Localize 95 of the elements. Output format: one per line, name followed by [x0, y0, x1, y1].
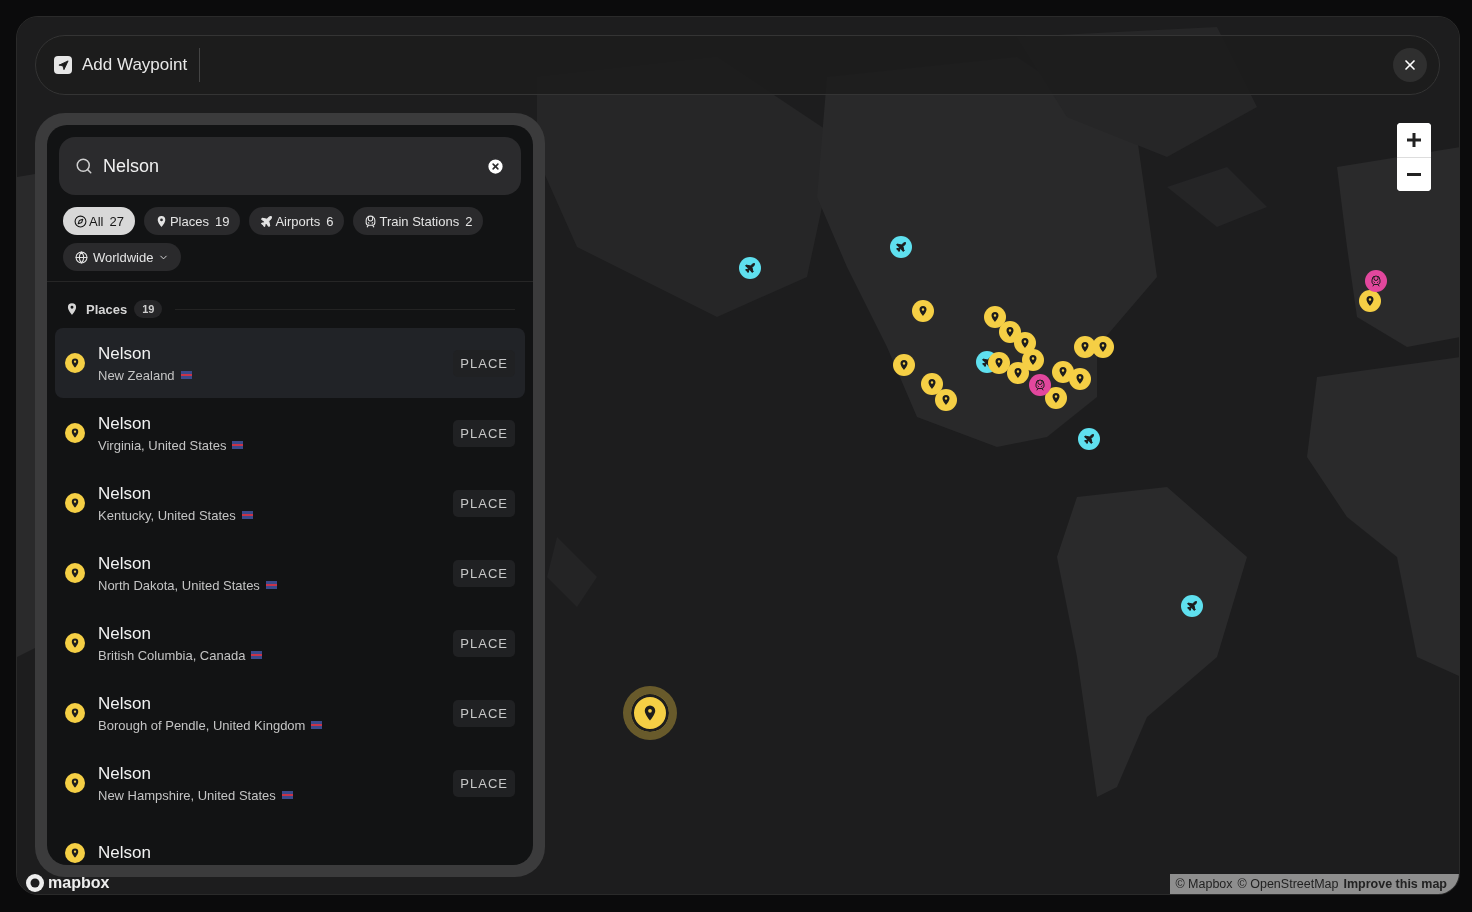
type-tag: PLACE: [453, 629, 515, 657]
plane-icon: [260, 214, 274, 228]
result-row[interactable]: Nelson North Dakota, United States PLACE: [55, 538, 525, 608]
attribution-link[interactable]: © OpenStreetMap: [1237, 877, 1339, 891]
globe-icon: [75, 250, 88, 264]
window-title: Add Waypoint: [82, 55, 188, 75]
place-name: Nelson: [98, 483, 152, 504]
result-row[interactable]: Nelson New Hampshire, United States PLACE: [55, 748, 525, 818]
place-region: Kentucky, United States: [98, 507, 236, 523]
flag-icon: [232, 441, 244, 449]
train-icon: [364, 214, 378, 228]
count-badge: 19: [134, 300, 163, 318]
pin-icon: [1050, 392, 1062, 404]
plane-icon: [744, 262, 756, 274]
result-row[interactable]: Nelson Kentucky, United States PLACE: [55, 468, 525, 538]
type-tag: PLACE: [453, 419, 515, 447]
flag-icon: [180, 371, 192, 379]
type-tag: PLACE: [453, 769, 515, 797]
clear-icon: [486, 156, 505, 176]
scope-dropdown[interactable]: Worldwide: [63, 243, 182, 271]
pin-icon: [1012, 367, 1024, 379]
place-region: Virginia, United States: [98, 437, 227, 453]
pin-icon: [898, 359, 910, 371]
place-region: New Hampshire, United States: [98, 787, 276, 803]
place-pin-icon: [65, 493, 85, 513]
place-pin-icon: [65, 563, 85, 583]
plane-icon: [895, 241, 907, 253]
type-tag: PLACE: [453, 559, 515, 587]
type-tag: PLACE: [453, 349, 515, 377]
place-name: Nelson: [98, 763, 152, 784]
pin-icon: [65, 302, 79, 316]
type-tag: PLACE: [453, 699, 515, 727]
compass-icon: [74, 214, 87, 228]
navigation-icon: [54, 56, 72, 74]
map-logo: mapbox: [48, 874, 110, 892]
flag-icon: [281, 791, 293, 799]
close-icon: [1402, 57, 1418, 73]
filter-chip[interactable]: All 27: [63, 207, 135, 235]
place-pin-icon: [65, 703, 85, 723]
place-region: Borough of Pendle, United Kingdom: [98, 717, 306, 733]
place-pin-icon: [65, 773, 85, 793]
type-tag: PLACE: [453, 489, 515, 517]
filter-chip[interactable]: Train Stations 2: [353, 207, 484, 235]
train-icon: [1034, 379, 1046, 391]
flag-icon: [265, 581, 277, 589]
pin-icon: [926, 378, 938, 390]
pin-icon: [1004, 326, 1016, 338]
result-row[interactable]: Nelson Borough of Pendle, United Kingdom PLACE: [55, 678, 525, 748]
pin-icon: [1079, 341, 1091, 353]
filter-chip[interactable]: Airports 6: [249, 207, 345, 235]
train-icon: [1370, 275, 1382, 287]
filter-chip[interactable]: Places 19: [143, 207, 241, 235]
section-title: Places: [86, 301, 128, 317]
search-bar[interactable]: Nelson: [59, 137, 521, 195]
pin-icon: [1097, 341, 1109, 353]
plane-icon: [1083, 433, 1095, 445]
attribution-link[interactable]: © Mapbox: [1175, 877, 1233, 891]
place-name: Nelson: [98, 343, 152, 364]
zoom-out-button[interactable]: [1397, 157, 1431, 191]
pin-icon: [1074, 373, 1086, 385]
place-name: Nelson: [98, 843, 152, 863]
place-name: Nelson: [98, 413, 152, 434]
place-pin-icon: [65, 353, 85, 373]
pin-icon: [1019, 337, 1031, 349]
pin-icon: [1027, 354, 1039, 366]
plane-icon: [1186, 600, 1198, 612]
result-row[interactable]: Nelson Virginia, United States PLACE: [55, 398, 525, 468]
minus-icon: [1407, 173, 1421, 176]
place-region: North Dakota, United States: [98, 577, 260, 593]
clear-button[interactable]: [486, 156, 505, 176]
search-field[interactable]: Nelson: [103, 155, 476, 177]
place-name: Nelson: [98, 553, 152, 574]
pin-icon: [993, 357, 1005, 369]
pin-icon: [917, 305, 929, 317]
pin-icon: [940, 394, 952, 406]
place-region: British Columbia, Canada: [98, 647, 246, 663]
flag-icon: [311, 721, 323, 729]
result-row[interactable]: Nelson New Zealand PLACE: [55, 328, 525, 398]
improve-map-link[interactable]: Improve this map: [1343, 877, 1447, 891]
place-pin-icon: [65, 633, 85, 653]
flag-icon: [251, 651, 263, 659]
pin-icon: [989, 311, 1001, 323]
place-region: New Zealand: [98, 367, 175, 383]
result-row[interactable]: Nelson: [55, 818, 525, 865]
result-row[interactable]: Nelson British Columbia, Canada PLACE: [55, 608, 525, 678]
place-name: Nelson: [98, 623, 152, 644]
close-button[interactable]: [1393, 48, 1427, 82]
pin-icon: [1057, 366, 1069, 378]
plus-icon: [1407, 133, 1421, 147]
search-icon: [75, 157, 93, 175]
place-pin-icon: [65, 423, 85, 443]
pin-icon: [1364, 295, 1376, 307]
place-name: Nelson: [98, 693, 152, 714]
logo-icon: [25, 873, 45, 893]
flag-icon: [241, 511, 253, 519]
